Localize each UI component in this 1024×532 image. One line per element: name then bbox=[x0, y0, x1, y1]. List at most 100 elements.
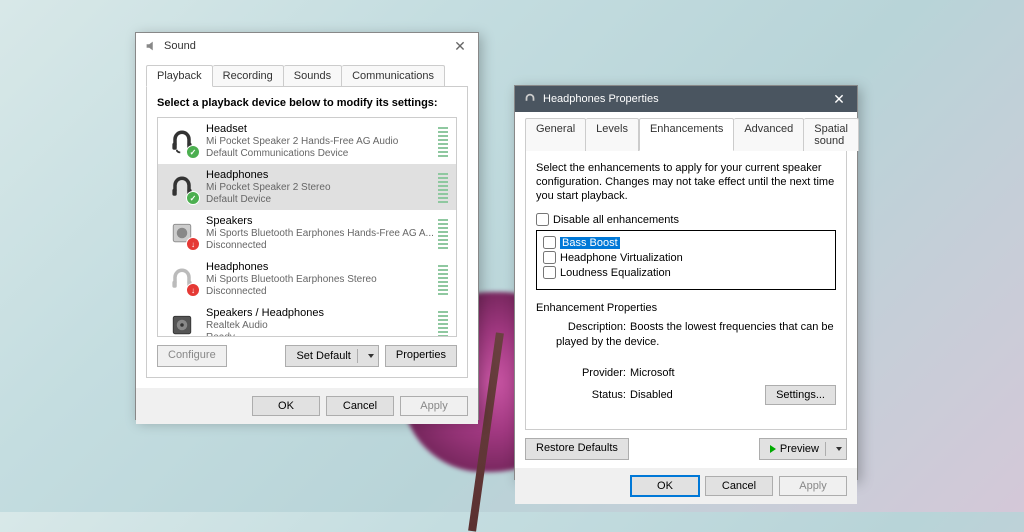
enhancement-item[interactable]: Headphone Virtualization bbox=[541, 250, 831, 265]
checkbox-icon[interactable] bbox=[543, 236, 556, 249]
tabs: Playback Recording Sounds Communications bbox=[136, 59, 478, 86]
enhancement-label: Headphone Virtualization bbox=[560, 252, 683, 264]
device-sub: Mi Pocket Speaker 2 Stereo bbox=[206, 181, 434, 194]
device-status: Default Communications Device bbox=[206, 148, 434, 159]
down-badge-icon: ↓ bbox=[186, 283, 200, 297]
description-row: Description:Boosts the lowest frequencie… bbox=[556, 320, 836, 350]
down-badge-icon: ↓ bbox=[186, 237, 200, 251]
cancel-button[interactable]: Cancel bbox=[705, 476, 773, 496]
level-meter-icon bbox=[438, 171, 448, 203]
checkbox-icon[interactable] bbox=[543, 251, 556, 264]
settings-button[interactable]: Settings... bbox=[765, 385, 836, 405]
properties-button[interactable]: Properties bbox=[385, 345, 457, 367]
check-badge-icon: ✓ bbox=[186, 145, 200, 159]
desc-label: Description: bbox=[556, 320, 626, 335]
provider-value: Microsoft bbox=[630, 367, 675, 379]
sound-icon bbox=[144, 39, 158, 53]
apply-button[interactable]: Apply bbox=[400, 396, 468, 416]
provider-label: Provider: bbox=[556, 366, 626, 381]
close-icon[interactable]: ✕ bbox=[450, 36, 470, 56]
level-meter-icon bbox=[438, 217, 448, 249]
device-name: Speakers bbox=[206, 215, 434, 227]
configure-button[interactable]: Configure bbox=[157, 345, 227, 367]
headphones-icon bbox=[523, 92, 537, 106]
disable-all-label: Disable all enhancements bbox=[553, 214, 679, 226]
bottom-row: Restore Defaults Preview bbox=[515, 438, 857, 468]
speaker-icon bbox=[166, 309, 198, 337]
instruction-text: Select a playback device below to modify… bbox=[157, 97, 457, 109]
check-badge-icon: ✓ bbox=[186, 191, 200, 205]
disable-all-checkbox[interactable]: Disable all enhancements bbox=[536, 213, 836, 226]
device-item[interactable]: ↓ Headphones Mi Sports Bluetooth Earphon… bbox=[158, 256, 456, 302]
preview-button[interactable]: Preview bbox=[759, 438, 847, 460]
level-meter-icon bbox=[438, 263, 448, 295]
level-meter-icon bbox=[438, 125, 448, 157]
enhancement-item[interactable]: Loudness Equalization bbox=[541, 265, 831, 280]
device-status: Default Device bbox=[206, 194, 434, 205]
level-meter-icon bbox=[438, 309, 448, 337]
device-status: Disconnected bbox=[206, 286, 434, 297]
play-icon bbox=[770, 445, 776, 453]
footer: OK Cancel Apply bbox=[136, 388, 478, 424]
device-name: Speakers / Headphones bbox=[206, 307, 434, 319]
footer: OK Cancel Apply bbox=[515, 468, 857, 504]
set-default-button[interactable]: Set Default bbox=[285, 345, 378, 367]
status-row: Status: Disabled bbox=[556, 389, 673, 401]
device-list[interactable]: ✓ Headset Mi Pocket Speaker 2 Hands-Free… bbox=[157, 117, 457, 337]
window-title: Headphones Properties bbox=[543, 93, 829, 105]
device-status: Ready bbox=[206, 332, 434, 337]
titlebar[interactable]: Headphones Properties ✕ bbox=[515, 86, 857, 112]
device-sub: Mi Sports Bluetooth Earphones Stereo bbox=[206, 273, 434, 286]
headset-icon: ✓ bbox=[166, 125, 198, 157]
tab-communications[interactable]: Communications bbox=[342, 65, 445, 87]
status-value: Disabled bbox=[630, 389, 673, 401]
ok-button[interactable]: OK bbox=[631, 476, 699, 496]
tab-recording[interactable]: Recording bbox=[213, 65, 284, 87]
enhancement-list[interactable]: Bass Boost Headphone Virtualization Loud… bbox=[536, 230, 836, 290]
tab-spatial[interactable]: Spatial sound bbox=[804, 118, 859, 151]
enhancements-panel: Select the enhancements to apply for you… bbox=[525, 150, 847, 430]
tab-playback[interactable]: Playback bbox=[146, 65, 213, 87]
enhancement-item[interactable]: Bass Boost bbox=[541, 235, 831, 250]
enhancement-label: Loudness Equalization bbox=[560, 267, 671, 279]
status-label: Status: bbox=[556, 389, 626, 401]
tab-panel: Select a playback device below to modify… bbox=[146, 86, 468, 378]
properties-window: Headphones Properties ✕ General Levels E… bbox=[514, 85, 858, 480]
headphones-icon: ✓ bbox=[166, 171, 198, 203]
window-title: Sound bbox=[164, 40, 450, 52]
panel-description: Select the enhancements to apply for you… bbox=[536, 161, 836, 203]
titlebar[interactable]: Sound ✕ bbox=[136, 33, 478, 59]
device-sub: Mi Sports Bluetooth Earphones Hands-Free… bbox=[206, 227, 434, 240]
apply-button[interactable]: Apply bbox=[779, 476, 847, 496]
checkbox-icon[interactable] bbox=[536, 213, 549, 226]
checkbox-icon[interactable] bbox=[543, 266, 556, 279]
tab-sounds[interactable]: Sounds bbox=[284, 65, 342, 87]
ok-button[interactable]: OK bbox=[252, 396, 320, 416]
device-name: Headphones bbox=[206, 169, 434, 181]
tabs: General Levels Enhancements Advanced Spa… bbox=[515, 112, 857, 150]
device-sub: Mi Pocket Speaker 2 Hands-Free AG Audio bbox=[206, 135, 434, 148]
speakers-icon: ↓ bbox=[166, 217, 198, 249]
restore-defaults-button[interactable]: Restore Defaults bbox=[525, 438, 629, 460]
device-item[interactable]: ✓ Headset Mi Pocket Speaker 2 Hands-Free… bbox=[158, 118, 456, 164]
tab-levels[interactable]: Levels bbox=[586, 118, 639, 151]
device-item[interactable]: ↓ Speakers Mi Sports Bluetooth Earphones… bbox=[158, 210, 456, 256]
device-item[interactable]: ✓ Headphones Mi Pocket Speaker 2 Stereo … bbox=[158, 164, 456, 210]
device-sub: Realtek Audio bbox=[206, 319, 434, 332]
sound-window: Sound ✕ Playback Recording Sounds Commun… bbox=[135, 32, 479, 420]
device-status: Disconnected bbox=[206, 240, 434, 251]
properties-group-label: Enhancement Properties bbox=[536, 302, 836, 314]
headphones-icon: ↓ bbox=[166, 263, 198, 295]
preview-label: Preview bbox=[780, 443, 819, 455]
enhancement-label: Bass Boost bbox=[560, 237, 620, 249]
device-item[interactable]: Speakers / Headphones Realtek Audio Read… bbox=[158, 302, 456, 337]
close-icon[interactable]: ✕ bbox=[829, 89, 849, 109]
device-name: Headphones bbox=[206, 261, 434, 273]
tab-enhancements[interactable]: Enhancements bbox=[639, 118, 734, 151]
device-name: Headset bbox=[206, 123, 434, 135]
tab-advanced[interactable]: Advanced bbox=[734, 118, 804, 151]
tab-general[interactable]: General bbox=[525, 118, 586, 151]
set-default-label: Set Default bbox=[296, 350, 350, 362]
cancel-button[interactable]: Cancel bbox=[326, 396, 394, 416]
provider-row: Provider: Microsoft bbox=[556, 366, 836, 381]
